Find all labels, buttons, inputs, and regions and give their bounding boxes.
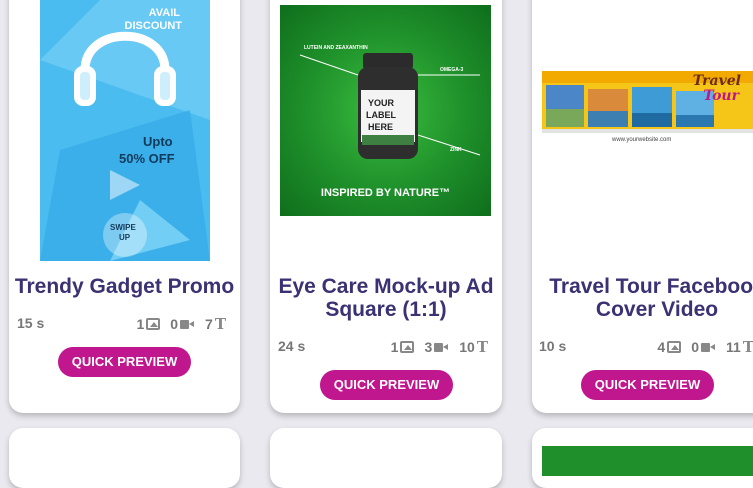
image-count: 1: [390, 339, 399, 355]
template-title-line-2: Square (1:1): [325, 298, 447, 321]
template-title: Travel Tour Facebook Cover Video: [532, 275, 753, 321]
video-count: 0: [691, 339, 700, 355]
template-card-travel-tour[interactable]: Travel Tour www.yourwebsite.com Travel T…: [532, 0, 753, 413]
promo-text-avail: AVAIL: [148, 7, 180, 19]
promo-text-swipe: SWIPE: [110, 223, 136, 232]
label-text-your: YOUR: [368, 98, 395, 108]
text-icon: T: [476, 338, 488, 356]
template-title: Eye Care Mock-up Ad Square (1:1): [270, 275, 502, 321]
video-count: 3: [424, 339, 433, 355]
promo-text-up: UP: [119, 233, 131, 242]
template-duration: 24 s: [278, 338, 306, 354]
template-asset-stats: 4 0 11 T: [657, 338, 753, 356]
template-card-eye-care[interactable]: YOUR LABEL HERE LUTEIN AND ZEAXANTHIN OM…: [270, 0, 502, 413]
label-text-label: LABEL: [366, 110, 396, 120]
quick-preview-button[interactable]: QUICK PREVIEW: [320, 370, 453, 400]
template-duration: 15 s: [17, 315, 45, 331]
image-count: 1: [136, 316, 145, 332]
template-asset-stats: 1 0 7 T: [136, 315, 226, 333]
promo-text-upto: Upto: [143, 134, 173, 149]
quick-preview-button[interactable]: QUICK PREVIEW: [58, 347, 191, 377]
promo-text-discount: DISCOUNT: [124, 20, 182, 32]
template-thumbnail[interactable]: YOUR LABEL HERE LUTEIN AND ZEAXANTHIN OM…: [280, 5, 491, 216]
callout-zink: ZINK: [450, 147, 462, 153]
template-card-row2-2[interactable]: [270, 428, 502, 488]
video-icon: [701, 342, 716, 353]
tagline-text: INSPIRED BY NATURE™: [320, 187, 451, 199]
template-title: Trendy Gadget Promo: [14, 275, 235, 298]
callout-omega: OMEGA-3: [440, 67, 464, 73]
website-text: www.yourwebsite.com: [612, 137, 672, 143]
brand-text-tour: Tour: [703, 88, 739, 104]
template-asset-stats: 1 3 10 T: [391, 338, 488, 356]
template-thumbnail[interactable]: AVAIL DISCOUNT Upto 50% OFF SWIPE UP: [40, 0, 210, 261]
template-card-row2-3[interactable]: [532, 428, 753, 488]
quick-preview-button[interactable]: QUICK PREVIEW: [581, 370, 714, 400]
text-icon: T: [742, 338, 753, 356]
template-card-trendy-gadget[interactable]: AVAIL DISCOUNT Upto 50% OFF SWIPE UP Tre…: [9, 0, 240, 413]
image-icon: [400, 341, 415, 353]
image-icon: [146, 318, 161, 330]
video-count: 0: [170, 316, 179, 332]
template-title-line-1: Travel Tour Facebook: [549, 275, 753, 298]
template-title-line-1: Eye Care Mock-up Ad: [278, 275, 494, 298]
template-thumbnail[interactable]: [542, 446, 753, 476]
image-count: 4: [657, 339, 666, 355]
brand-text-travel: Travel: [692, 73, 741, 89]
promo-text-off: 50% OFF: [119, 151, 175, 166]
template-card-row2-1[interactable]: [9, 428, 240, 488]
video-icon: [434, 342, 449, 353]
template-thumbnail[interactable]: Travel Tour www.yourwebsite.com: [542, 71, 753, 151]
template-duration: 10 s: [539, 338, 567, 354]
text-count: 7: [205, 316, 213, 332]
text-count: 11: [726, 339, 741, 355]
callout-lutein: LUTEIN AND ZEAXANTHIN: [304, 45, 368, 51]
video-icon: [180, 319, 195, 330]
text-count: 10: [459, 339, 475, 355]
gadget-promo-artwork: [40, 0, 210, 261]
template-title-line-2: Cover Video: [595, 298, 719, 321]
label-text-here: HERE: [368, 122, 394, 132]
image-icon: [667, 341, 682, 353]
text-icon: T: [214, 315, 226, 333]
